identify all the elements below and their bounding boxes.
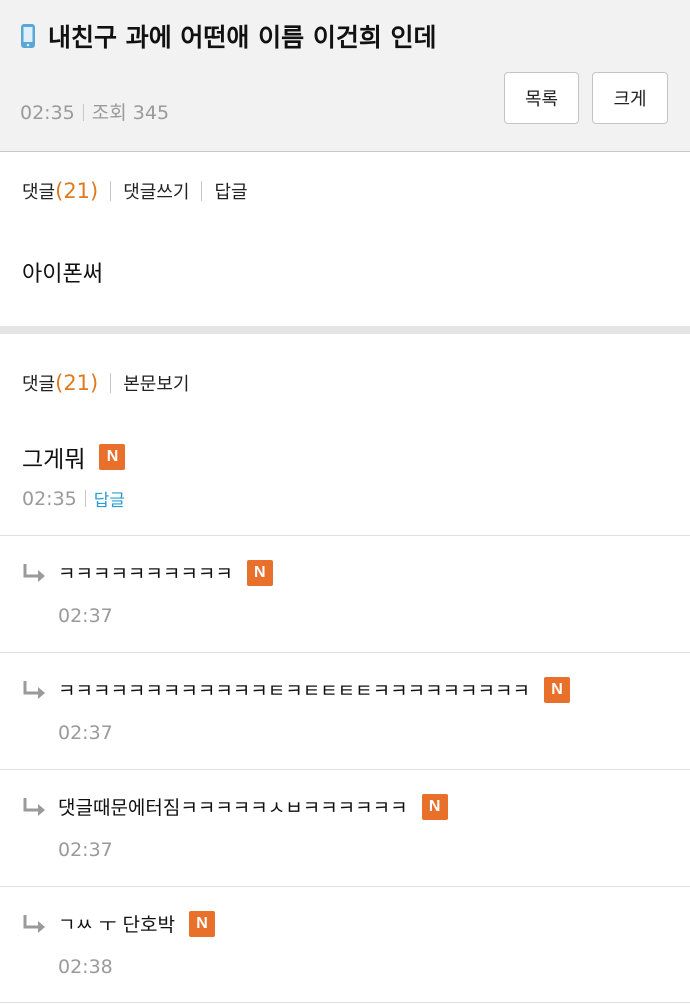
reply-text: ㄱㅆ ㅜ 단호박 <box>58 914 175 936</box>
divider <box>0 886 690 887</box>
reply-text: ㅋㅋㅋㅋㅋㅋㅋㅋㅋㅋㅋㅋㅌㅋㅌㅌㅌㅌㅋㅋㅋㅋㅋㅋㅋㅋㅋ <box>58 680 530 702</box>
separator <box>201 181 203 201</box>
comment-meta: 02:35 답글 <box>22 486 125 512</box>
comment-author: 그게뭐 <box>22 447 86 473</box>
new-badge: N <box>188 910 215 937</box>
comments-count: (21) <box>55 179 99 203</box>
view-post-link[interactable]: 본문보기 <box>123 370 189 396</box>
reply-time: 02:37 <box>58 605 113 627</box>
reply-time: 02:38 <box>58 956 113 978</box>
post-body-text: 아이폰써 <box>22 262 103 287</box>
new-badge: N <box>543 676 570 703</box>
write-comment-link[interactable]: 댓글쓰기 <box>123 178 189 204</box>
post-meta: 02:35 조회 345 <box>20 98 169 125</box>
reply-item: ㄱㅆ ㅜ 단호박 N 02:38 <box>0 888 690 1005</box>
comment: 그게뭐 N <box>22 440 126 474</box>
reply-time: 02:37 <box>58 722 113 744</box>
post-title: 내친구 과에 어떤애 이름 이건희 인데 <box>48 23 437 52</box>
reply-text: ㅋㅋㅋㅋㅋㅋㅋㅋㅋㅋ <box>58 563 233 585</box>
reply-text: 댓글때문에터짐ㅋㅋㅋㅋㅋㅅㅂㅋㅋㅋㅋㅋㅋ <box>58 797 408 819</box>
list-button[interactable]: 목록 <box>504 72 579 124</box>
comments-tab[interactable]: 댓글(21) <box>22 178 98 204</box>
separator <box>110 373 112 393</box>
comments-tab[interactable]: 댓글(21) <box>22 370 98 396</box>
separator <box>110 181 112 201</box>
new-badge: N <box>99 444 126 470</box>
reply-item: ㅋㅋㅋㅋㅋㅋㅋㅋㅋㅋㅋㅋㅌㅋㅌㅌㅌㅌㅋㅋㅋㅋㅋㅋㅋㅋㅋ N 02:37 <box>0 654 690 771</box>
reply-item: ㅋㅋㅋㅋㅋㅋㅋㅋㅋㅋ N 02:37 <box>0 537 690 654</box>
separator <box>84 490 86 507</box>
comment-tabs-bottom: 댓글(21) 본문보기 <box>22 370 189 396</box>
comment-tabs-top: 댓글(21) 댓글쓰기 답글 <box>22 178 248 204</box>
new-badge: N <box>246 559 273 586</box>
reply-link[interactable]: 답글 <box>214 178 247 204</box>
reply-arrow-icon <box>23 798 45 816</box>
comments-count: (21) <box>55 371 99 395</box>
reply-arrow-icon <box>23 681 45 699</box>
comment-reply-link[interactable]: 답글 <box>94 486 125 511</box>
comment-time: 02:35 <box>22 487 77 510</box>
reply-item: 댓글때문에터짐ㅋㅋㅋㅋㅋㅅㅂㅋㅋㅋㅋㅋㅋ N 02:37 <box>0 771 690 888</box>
divider <box>0 652 690 653</box>
reply-time: 02:37 <box>58 839 113 861</box>
reply-arrow-icon <box>23 915 45 933</box>
post-time: 02:35 <box>20 102 75 124</box>
mobile-phone-icon <box>21 24 35 48</box>
divider <box>0 1002 690 1003</box>
view-count: 조회 345 <box>91 102 170 124</box>
divider <box>0 769 690 770</box>
large-text-button[interactable]: 크게 <box>592 72 668 124</box>
divider <box>0 535 690 536</box>
separator <box>82 104 84 121</box>
new-badge: N <box>421 793 448 820</box>
post-header: 내친구 과에 어떤애 이름 이건희 인데 02:35 조회 345 목록 크게 <box>0 0 690 152</box>
title-row: 내친구 과에 어떤애 이름 이건희 인데 <box>20 18 437 54</box>
reply-arrow-icon <box>23 564 45 582</box>
